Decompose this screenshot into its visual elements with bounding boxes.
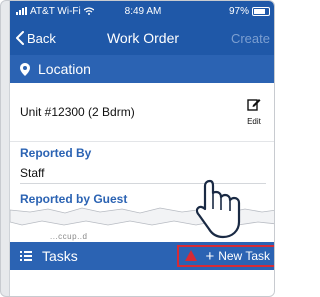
phone-frame: AT&T Wi-Fi 8:49 AM 97% Back Work Order C…: [0, 0, 275, 297]
plus-icon: +: [205, 247, 215, 265]
chevron-left-icon: [16, 31, 24, 45]
status-bar: AT&T Wi-Fi 8:49 AM 97%: [10, 1, 274, 21]
back-button[interactable]: Back: [10, 31, 56, 46]
new-task-label: New Task: [218, 249, 270, 263]
nav-bar: Back Work Order Create: [10, 21, 274, 55]
edit-pencil-icon: [247, 99, 261, 111]
location-section-header: Location: [10, 55, 274, 83]
create-button[interactable]: Create: [231, 31, 274, 46]
battery-icon: [252, 6, 270, 16]
edit-button[interactable]: Edit: [242, 97, 266, 126]
unit-label: Unit #12300 (2 Bdrm): [20, 105, 135, 119]
unit-row[interactable]: Unit #12300 (2 Bdrm) Edit: [10, 83, 274, 142]
alert-triangle-icon: [185, 250, 197, 261]
location-pin-icon: [20, 62, 30, 76]
reported-by-label: Reported By: [20, 146, 92, 160]
tasks-section-title: Tasks: [42, 248, 78, 264]
carrier: AT&T Wi-Fi: [16, 6, 94, 17]
wifi-icon: [83, 7, 94, 15]
location-section-title: Location: [38, 61, 91, 77]
reported-by-value: Staff: [20, 166, 45, 180]
edit-label: Edit: [247, 117, 261, 126]
battery-percent: 97%: [228, 5, 249, 17]
pointing-hand-icon: [196, 179, 241, 239]
app-screen: AT&T Wi-Fi 8:49 AM 97% Back Work Order C…: [9, 1, 274, 296]
tasks-section-header: Tasks + New Task: [10, 242, 274, 270]
back-label: Back: [27, 30, 56, 46]
reported-by-guest-value: ...ccup..d: [50, 232, 88, 241]
new-task-button[interactable]: + New Task: [177, 245, 274, 267]
carrier-label: AT&T Wi-Fi: [30, 5, 81, 17]
signal-icon: [16, 7, 27, 15]
list-icon: [20, 251, 32, 261]
battery: 97%: [229, 6, 270, 17]
